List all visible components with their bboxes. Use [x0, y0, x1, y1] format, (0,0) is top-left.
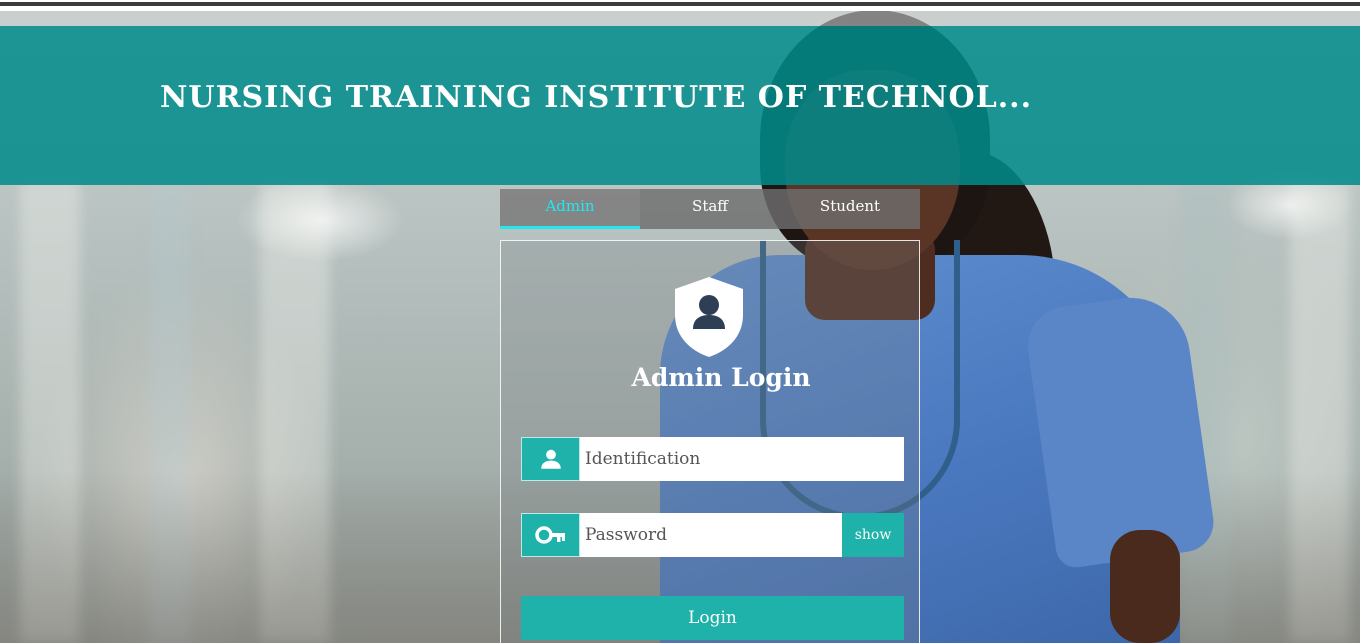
- login-card: Admin Login show Login: [500, 240, 920, 643]
- tab-student[interactable]: Student: [780, 189, 920, 229]
- login-title: Admin Login: [631, 363, 811, 392]
- password-input[interactable]: [580, 513, 842, 557]
- identification-input[interactable]: [580, 437, 904, 481]
- site-title: NURSING TRAINING INSTITUTE OF TECHNOL...: [160, 80, 1033, 115]
- site-header: NURSING TRAINING INSTITUTE OF TECHNOL...: [0, 26, 1360, 185]
- login-button[interactable]: Login: [521, 596, 904, 640]
- show-password-button[interactable]: show: [842, 513, 904, 557]
- login-role-tabs: Admin Staff Student: [500, 189, 920, 229]
- tab-admin[interactable]: Admin: [500, 189, 640, 229]
- tab-staff[interactable]: Staff: [640, 189, 780, 229]
- password-row: show: [521, 513, 904, 557]
- user-icon: [521, 437, 580, 481]
- key-icon: [521, 513, 580, 557]
- admin-shield-icon: [675, 277, 743, 357]
- top-border: [0, 0, 1360, 11]
- identification-row: [521, 437, 904, 481]
